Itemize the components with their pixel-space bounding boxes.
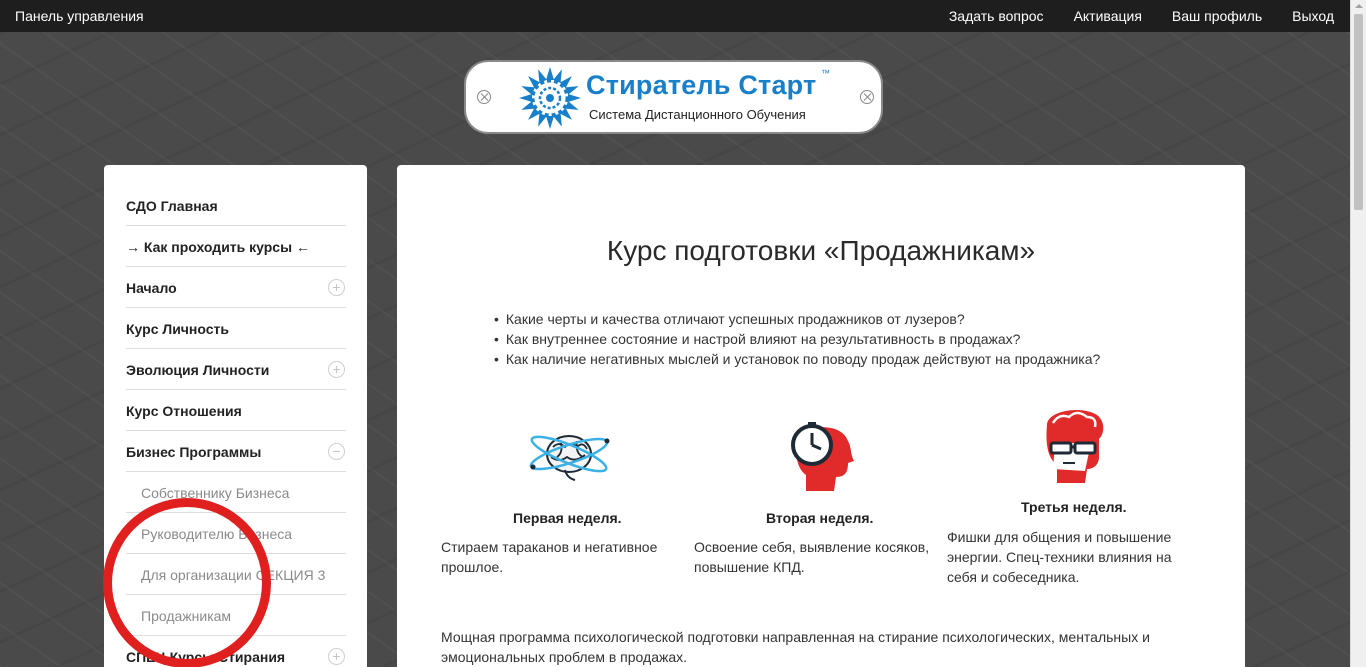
sidebar-item-special-erasure-courses[interactable]: СПЕЦ Курсы Стирания + bbox=[126, 636, 346, 667]
sidebar-item-label: Собственнику Бизнеса bbox=[141, 485, 290, 501]
expand-plus-icon[interactable]: + bbox=[328, 361, 345, 378]
screw-icon bbox=[860, 90, 874, 104]
page-title: Курс подготовки «Продажникам» bbox=[606, 235, 1036, 266]
page-scrollbar[interactable] bbox=[1350, 0, 1366, 667]
scroll-up-arrow-icon[interactable] bbox=[1355, 4, 1363, 8]
head-glasses-icon bbox=[1046, 410, 1104, 483]
sidebar-item-personality-evolution[interactable]: Эволюция Личности + bbox=[126, 349, 346, 390]
screw-icon bbox=[477, 90, 491, 104]
sidebar-item-label: → Как проходить курсы ← bbox=[126, 239, 310, 255]
brain-icon bbox=[529, 435, 610, 481]
sidebar-item-label: Курс Отношения bbox=[126, 403, 242, 419]
activation-link[interactable]: Активация bbox=[1074, 8, 1142, 24]
sidebar-item-sdo-main[interactable]: СДО Главная bbox=[126, 185, 346, 226]
main-content-panel: Курс подготовки «Продажникам» Какие черт… bbox=[397, 165, 1245, 667]
sidebar-item-personality-course[interactable]: Курс Личность bbox=[126, 308, 346, 349]
sidebar-subitem-salespeople[interactable]: Продажникам bbox=[126, 595, 346, 636]
starburst-logo-icon bbox=[519, 67, 581, 129]
sidebar-item-label: СПЕЦ Курсы Стирания bbox=[126, 649, 286, 665]
site-logo[interactable]: Стиратель Старт ™ Система Дистанционного… bbox=[466, 62, 881, 132]
sidebar-item-label: Руководителю Бизнеса bbox=[141, 526, 293, 542]
sidebar-item-label: Начало bbox=[126, 280, 177, 296]
sidebar-item-label: Бизнес Программы bbox=[126, 444, 262, 460]
collapse-minus-icon[interactable]: − bbox=[328, 443, 345, 460]
scrollbar-thumb[interactable] bbox=[1354, 14, 1363, 210]
profile-link[interactable]: Ваш профиль bbox=[1172, 8, 1262, 24]
sidebar-item-label: СДО Главная bbox=[126, 198, 218, 214]
sidebar-item-business-programs[interactable]: Бизнес Программы − bbox=[126, 431, 346, 472]
sidebar-subitem-business-manager[interactable]: Руководителю Бизнеса bbox=[126, 513, 346, 554]
logo-title: Стиратель Старт bbox=[586, 70, 817, 100]
list-item: Как наличие негативных мыслей и установо… bbox=[494, 349, 1100, 369]
week-2-text: Освоение себя, выявление косяков, повыше… bbox=[694, 539, 930, 575]
sidebar-item-label: Эволюция Личности bbox=[126, 362, 270, 378]
course-description: Мощная программа психологической подгото… bbox=[441, 629, 1150, 665]
sidebar-item-label: Курс Личность bbox=[126, 321, 230, 337]
logo-subtitle: Система Дистанционного Обучения bbox=[589, 107, 806, 122]
list-item: Как внутреннее состояние и настрой влияю… bbox=[494, 329, 1100, 349]
week-3-text: Фишки для общения и повышение энергии. С… bbox=[947, 529, 1172, 585]
week-1-title: Первая неделя. bbox=[513, 510, 622, 526]
sidebar-subitem-organization-section-3[interactable]: Для организации СЕКЦИЯ 3 bbox=[126, 554, 346, 595]
week-2-title: Вторая неделя. bbox=[766, 510, 874, 526]
expand-plus-icon[interactable]: + bbox=[328, 279, 345, 296]
ask-question-link[interactable]: Задать вопрос bbox=[949, 8, 1044, 24]
control-panel-link[interactable]: Панель управления bbox=[15, 8, 144, 24]
sidebar-item-label: Продажникам bbox=[141, 608, 232, 624]
list-item: Какие черты и качества отличают успешных… bbox=[494, 309, 1100, 329]
trademark-symbol: ™ bbox=[821, 68, 830, 78]
top-nav-links: Задать вопрос Активация Ваш профиль Выхо… bbox=[949, 8, 1334, 24]
sidebar-subitem-business-owner[interactable]: Собственнику Бизнеса bbox=[126, 472, 346, 513]
week-3-title: Третья неделя. bbox=[1021, 499, 1127, 515]
sidebar-item-how-to-take-courses[interactable]: → Как проходить курсы ← bbox=[126, 226, 346, 267]
top-navbar: Панель управления Задать вопрос Активаци… bbox=[0, 0, 1350, 32]
head-clock-icon bbox=[791, 422, 854, 491]
week-1-text: Стираем тараканов и негативное прошлое. bbox=[441, 539, 658, 575]
sidebar-item-relationships-course[interactable]: Курс Отношения bbox=[126, 390, 346, 431]
expand-plus-icon[interactable]: + bbox=[328, 648, 345, 665]
questions-list: Какие черты и качества отличают успешных… bbox=[494, 309, 1100, 369]
sidebar-item-label: Для организации СЕКЦИЯ 3 bbox=[141, 567, 326, 583]
sidebar-item-start[interactable]: Начало + bbox=[126, 267, 346, 308]
logout-link[interactable]: Выход bbox=[1292, 8, 1334, 24]
sidebar-menu: СДО Главная → Как проходить курсы ← Нача… bbox=[104, 165, 367, 667]
